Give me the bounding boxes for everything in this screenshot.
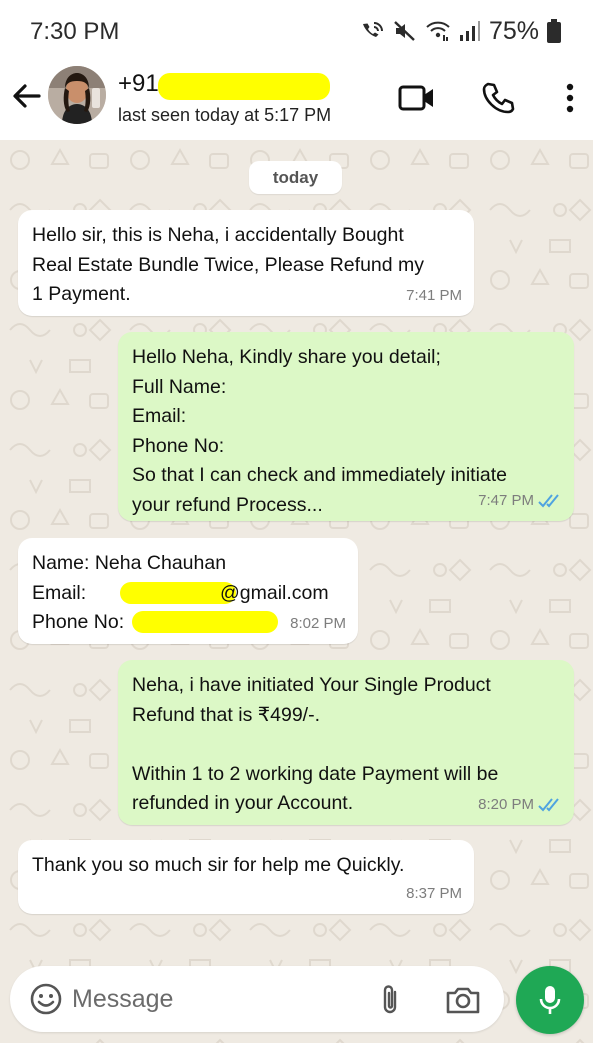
redaction-mark	[120, 581, 236, 604]
message-time: 8:20 PM	[478, 796, 534, 814]
redaction-mark	[158, 73, 330, 100]
message-line: Phone No:	[132, 434, 225, 457]
battery-icon	[547, 19, 561, 43]
signal-icon	[459, 19, 481, 43]
video-call-button[interactable]	[397, 80, 437, 116]
camera-button[interactable]	[443, 981, 483, 1019]
phone-call-icon	[482, 82, 515, 114]
message-line: 1 Payment.	[32, 283, 131, 306]
status-icons: 75%	[359, 16, 561, 46]
status-time: 7:30 PM	[30, 18, 120, 45]
message-line: Full Name:	[132, 375, 227, 398]
message-meta: 7:41 PM	[406, 281, 462, 311]
attach-icon	[383, 985, 397, 1014]
message-line: Hello sir, this is Neha, i accidentally …	[32, 224, 404, 246]
more-options-icon	[566, 83, 574, 113]
contact-name: +91	[118, 70, 159, 97]
message-line: Neha, i have initiated Your Single Produ…	[132, 674, 491, 696]
message-input[interactable]	[72, 980, 362, 1018]
message-line: Thank you so much sir for help me Quickl…	[32, 854, 405, 876]
message-time: 8:37 PM	[406, 885, 462, 903]
message-line: Hello Neha, Kindly share you detail;	[132, 346, 441, 368]
battery-percent: 75%	[488, 16, 539, 45]
emoji-icon	[30, 983, 62, 1015]
chat-area[interactable]: today Hello sir, this is Neha, i acciden…	[0, 140, 593, 1043]
outgoing-message[interactable]: Neha, i have initiated Your Single Produ…	[118, 660, 574, 825]
email-label: Email:	[32, 581, 87, 604]
mic-icon	[539, 986, 561, 1014]
incoming-message[interactable]: Hello sir, this is Neha, i accidentally …	[18, 210, 474, 316]
message-line: Refund that is ₹499/-.	[132, 703, 321, 726]
message-line: Within 1 to 2 working date Payment will …	[132, 762, 499, 785]
message-time: 7:41 PM	[406, 287, 462, 305]
date-separator: today	[249, 161, 342, 194]
wifi-icon	[425, 19, 451, 43]
incoming-message[interactable]: Name: Neha Chauhan Email: @gmail.com Pho…	[18, 538, 358, 644]
message-line: Email:	[132, 405, 187, 428]
outgoing-message[interactable]: Hello Neha, Kindly share you detail; Ful…	[118, 332, 574, 521]
wifi-call-icon	[359, 19, 385, 43]
voice-record-button[interactable]	[516, 966, 584, 1034]
back-button[interactable]	[8, 78, 44, 114]
contact-name-wrap[interactable]: +91	[118, 70, 333, 100]
message-time: 8:02 PM	[290, 615, 346, 633]
read-ticks-icon	[538, 494, 559, 508]
redaction-mark	[132, 611, 278, 634]
message-line: Email: @gmail.com	[32, 579, 344, 609]
voice-call-button[interactable]	[478, 80, 518, 116]
message-meta: 8:02 PM	[290, 609, 346, 639]
video-call-icon	[398, 85, 433, 111]
message-time: 7:47 PM	[478, 492, 534, 510]
chat-header: +91 last seen today at 5:17 PM	[0, 58, 593, 140]
message-meta: 8:37 PM	[406, 879, 462, 909]
message-line: Real Estate Bundle Twice, Please Refund …	[32, 253, 425, 276]
incoming-message[interactable]: Thank you so much sir for help me Quickl…	[18, 840, 474, 914]
last-seen-status: last seen today at 5:17 PM	[118, 105, 332, 125]
emoji-button[interactable]	[28, 981, 64, 1017]
message-composer	[10, 966, 504, 1032]
phone-label: Phone No:	[32, 611, 125, 634]
more-options-button[interactable]	[551, 80, 589, 116]
status-bar: 7:30 PM 75%	[0, 0, 593, 58]
email-domain: @gmail.com	[220, 581, 329, 604]
camera-icon	[446, 987, 480, 1014]
message-line	[132, 730, 560, 760]
message-line: Name: Neha Chauhan	[32, 552, 227, 574]
message-meta: 7:47 PM	[478, 486, 562, 516]
contact-avatar[interactable]	[48, 66, 106, 124]
back-arrow-icon	[13, 84, 41, 108]
mute-icon	[393, 19, 417, 43]
message-meta: 8:20 PM	[478, 790, 562, 820]
read-ticks-icon	[538, 798, 559, 812]
attach-button[interactable]	[372, 981, 408, 1019]
